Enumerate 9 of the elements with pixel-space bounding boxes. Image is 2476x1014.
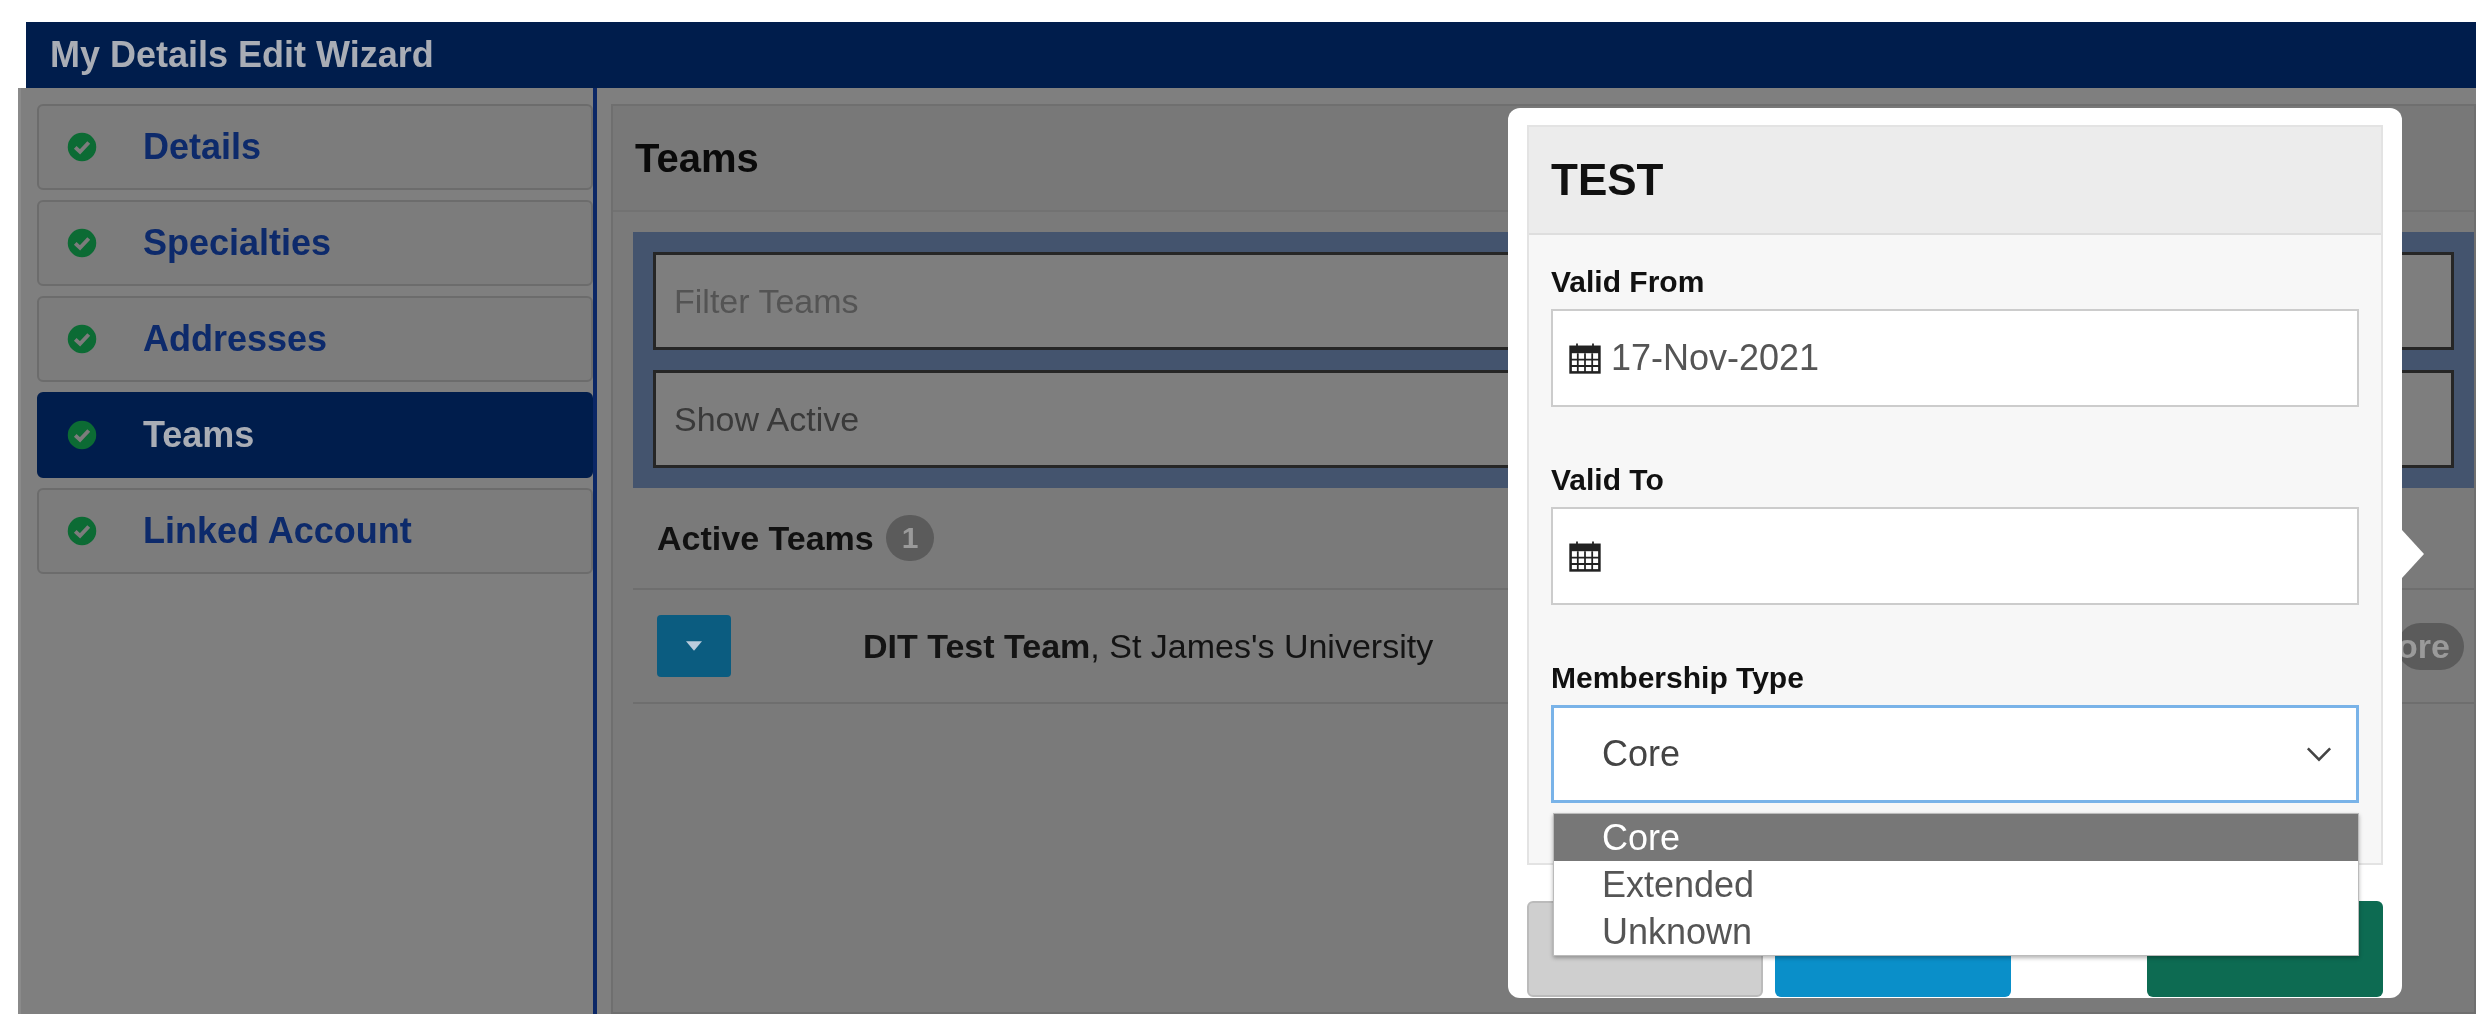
panel-title: Teams	[635, 135, 759, 181]
section-title: Active Teams	[657, 518, 874, 558]
field-label: Membership Type	[1551, 661, 1804, 695]
team-name: DIT Test Team, St James's University	[863, 626, 1434, 666]
window-title: My Details Edit Wizard	[50, 34, 434, 76]
count-badge: 1	[885, 515, 935, 561]
field-label: Valid From	[1551, 265, 1705, 299]
field-label: Valid To	[1551, 463, 1664, 497]
popover-title: TEST	[1551, 155, 1664, 205]
